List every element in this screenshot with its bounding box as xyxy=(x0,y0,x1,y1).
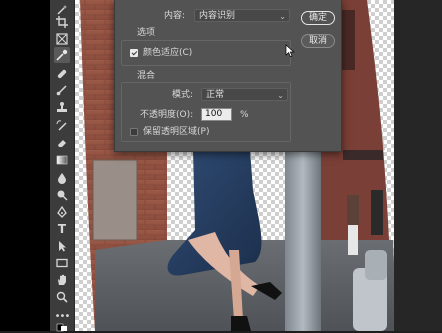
clone-stamp-tool-icon[interactable] xyxy=(54,99,70,115)
path-selection-tool-icon[interactable] xyxy=(54,238,70,254)
opacity-label: 不透明度(O): xyxy=(140,110,194,120)
mouse-cursor-icon xyxy=(285,44,295,58)
color-adaptation-checkbox[interactable] xyxy=(130,49,138,57)
healing-brush-tool-icon[interactable] xyxy=(54,66,70,82)
options-group: 颜色适应(C) xyxy=(121,40,291,66)
zoom-tool-icon[interactable] xyxy=(54,289,70,305)
color-adaptation-label: 颜色适应(C) xyxy=(143,48,193,58)
rectangle-tool-icon[interactable] xyxy=(54,255,70,271)
eyedropper-tool-icon[interactable] xyxy=(54,47,70,63)
preserve-transparency-label: 保留透明区域(P) xyxy=(143,127,210,137)
type-tool-icon[interactable]: T xyxy=(54,221,70,237)
contents-select[interactable]: 内容识别 ⌄ xyxy=(194,9,290,22)
contents-select-value: 内容识别 xyxy=(199,11,236,21)
crop-tool-icon[interactable] xyxy=(54,14,70,30)
fill-dialog: 内容: 内容识别 ⌄ 确定 取消 选项 颜色适应(C) 混合 模式: 正常 ⌄ … xyxy=(114,0,342,152)
window-left-margin xyxy=(0,0,50,331)
pen-tool-icon[interactable] xyxy=(54,204,70,220)
chevron-down-icon: ⌄ xyxy=(277,91,284,100)
gradient-tool-icon[interactable] xyxy=(54,152,70,168)
ok-button[interactable]: 确定 xyxy=(301,11,335,25)
window-right-strip xyxy=(394,0,442,331)
opacity-input[interactable]: 100 xyxy=(201,108,232,121)
blending-group-title: 混合 xyxy=(137,71,156,81)
dodge-tool-icon[interactable] xyxy=(54,187,70,203)
frame-tool-icon[interactable] xyxy=(54,31,70,47)
opacity-unit: % xyxy=(240,110,249,120)
cancel-button[interactable]: 取消 xyxy=(301,34,335,48)
hand-tool-icon[interactable] xyxy=(54,272,70,288)
preserve-transparency-checkbox[interactable] xyxy=(130,128,138,136)
mode-select[interactable]: 正常 ⌄ xyxy=(201,88,288,101)
mode-label: 模式: xyxy=(172,90,194,100)
history-brush-tool-icon[interactable] xyxy=(54,118,70,134)
contents-label: 内容: xyxy=(164,11,186,21)
mode-select-value: 正常 xyxy=(206,90,225,100)
options-group-title: 选项 xyxy=(137,28,156,38)
brush-tool-icon[interactable] xyxy=(54,82,70,98)
blending-group: 模式: 正常 ⌄ 不透明度(O): 100 % 保留透明区域(P) xyxy=(121,82,291,142)
eraser-tool-icon[interactable] xyxy=(54,135,70,151)
blur-tool-icon[interactable] xyxy=(54,170,70,186)
chevron-down-icon: ⌄ xyxy=(279,12,286,21)
tools-panel: T ••• xyxy=(50,0,75,332)
color-swatches-icon[interactable] xyxy=(54,323,70,332)
